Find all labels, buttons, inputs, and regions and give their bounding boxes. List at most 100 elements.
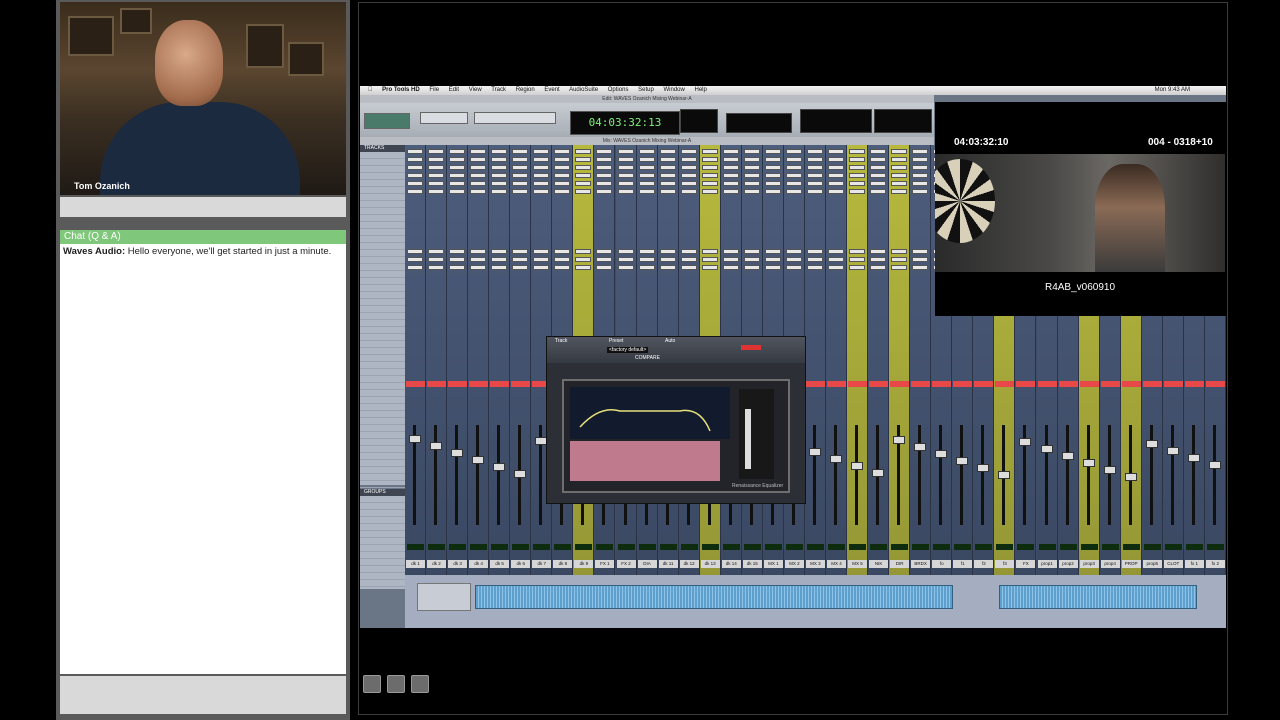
automation-mode[interactable] bbox=[995, 381, 1015, 387]
send-slot[interactable] bbox=[722, 265, 739, 270]
send-slot[interactable] bbox=[785, 249, 802, 254]
group-list-row[interactable] bbox=[360, 573, 405, 580]
fullscreen-button[interactable] bbox=[411, 675, 429, 693]
track-list-row[interactable] bbox=[360, 446, 405, 453]
insert-slot[interactable] bbox=[806, 189, 823, 194]
insert-slot[interactable] bbox=[449, 173, 466, 178]
track-list-row[interactable] bbox=[360, 411, 405, 418]
track-list-row[interactable] bbox=[360, 194, 405, 201]
insert-slot[interactable] bbox=[533, 189, 550, 194]
insert-slot[interactable] bbox=[491, 181, 508, 186]
group-list-row[interactable] bbox=[360, 552, 405, 559]
send-slot[interactable] bbox=[575, 265, 592, 270]
track-name[interactable]: dk 4 bbox=[469, 560, 489, 568]
insert-slot[interactable] bbox=[449, 149, 466, 154]
fader-cap[interactable] bbox=[851, 462, 864, 470]
insert-slot[interactable] bbox=[617, 165, 634, 170]
send-slot[interactable] bbox=[533, 265, 550, 270]
send-slot[interactable] bbox=[912, 249, 929, 254]
track-name[interactable]: fx 1 bbox=[1184, 560, 1204, 568]
send-slot[interactable] bbox=[659, 257, 676, 262]
send-slot[interactable] bbox=[680, 265, 697, 270]
automation-mode[interactable] bbox=[1205, 381, 1225, 387]
track-list-row[interactable] bbox=[360, 159, 405, 166]
send-slot[interactable] bbox=[428, 265, 445, 270]
track-list-row[interactable] bbox=[360, 243, 405, 250]
send-slot[interactable] bbox=[891, 265, 908, 270]
insert-slot[interactable] bbox=[806, 157, 823, 162]
fader-cap[interactable] bbox=[1166, 447, 1179, 455]
plugin-compare-button[interactable]: COMPARE bbox=[635, 355, 660, 361]
insert-slot[interactable] bbox=[743, 173, 760, 178]
menu-edit[interactable]: Edit bbox=[449, 87, 459, 93]
send-slot[interactable] bbox=[575, 249, 592, 254]
fader-cap[interactable] bbox=[872, 469, 885, 477]
insert-slot[interactable] bbox=[701, 149, 718, 154]
send-slot[interactable] bbox=[828, 257, 844, 262]
track-list-row[interactable] bbox=[360, 460, 405, 467]
insert-slot[interactable] bbox=[891, 165, 908, 170]
send-slot[interactable] bbox=[659, 249, 676, 254]
track-list-row[interactable] bbox=[360, 383, 405, 390]
send-slot[interactable] bbox=[828, 249, 844, 254]
fader-cap[interactable] bbox=[409, 435, 421, 443]
insert-slot[interactable] bbox=[806, 181, 823, 186]
send-slot[interactable] bbox=[491, 249, 508, 254]
insert-slot[interactable] bbox=[891, 157, 908, 162]
group-list-row[interactable] bbox=[360, 524, 405, 531]
insert-slot[interactable] bbox=[512, 189, 529, 194]
insert-slot[interactable] bbox=[491, 157, 508, 162]
track-name[interactable]: MX 4 bbox=[827, 560, 846, 568]
send-slot[interactable] bbox=[743, 265, 760, 270]
automation-mode[interactable] bbox=[1100, 381, 1120, 387]
track-name[interactable]: dk 1 bbox=[406, 560, 425, 568]
insert-slot[interactable] bbox=[764, 181, 781, 186]
track-list-row[interactable] bbox=[360, 334, 405, 341]
insert-slot[interactable] bbox=[891, 149, 908, 154]
plugin-preset-menu[interactable]: <factory default> bbox=[607, 347, 649, 353]
menu-file[interactable]: File bbox=[429, 87, 439, 93]
track-name[interactable]: BRDX bbox=[911, 560, 931, 568]
insert-slot[interactable] bbox=[680, 165, 697, 170]
send-slot[interactable] bbox=[870, 265, 887, 270]
track-list-row[interactable] bbox=[360, 376, 405, 383]
insert-slot[interactable] bbox=[743, 165, 760, 170]
insert-slot[interactable] bbox=[596, 157, 613, 162]
track-name[interactable]: dk 14 bbox=[721, 560, 741, 568]
track-name[interactable]: MX 2 bbox=[784, 560, 804, 568]
insert-slot[interactable] bbox=[722, 157, 739, 162]
insert-slot[interactable] bbox=[912, 189, 929, 194]
window-button[interactable] bbox=[387, 675, 405, 693]
send-slot[interactable] bbox=[491, 257, 508, 262]
group-list-row[interactable] bbox=[360, 559, 405, 566]
insert-slot[interactable] bbox=[849, 149, 866, 154]
send-slot[interactable] bbox=[659, 265, 676, 270]
insert-slot[interactable] bbox=[638, 149, 655, 154]
minimize-button[interactable] bbox=[363, 675, 381, 693]
send-slot[interactable] bbox=[512, 265, 529, 270]
track-name[interactable]: FX 1 bbox=[595, 560, 615, 568]
fader-cap[interactable] bbox=[493, 463, 506, 471]
insert-slot[interactable] bbox=[891, 173, 908, 178]
insert-slot[interactable] bbox=[407, 181, 423, 186]
send-slot[interactable] bbox=[806, 265, 823, 270]
track-list-row[interactable] bbox=[360, 257, 405, 264]
fader-cap[interactable] bbox=[472, 456, 485, 464]
menu-window[interactable]: Window bbox=[663, 87, 684, 93]
insert-slot[interactable] bbox=[470, 157, 487, 162]
insert-slot[interactable] bbox=[828, 173, 844, 178]
insert-slot[interactable] bbox=[554, 157, 571, 162]
menu-region[interactable]: Region bbox=[516, 87, 535, 93]
automation-mode[interactable] bbox=[911, 381, 931, 387]
fader-cap[interactable] bbox=[914, 443, 927, 451]
insert-slot[interactable] bbox=[407, 189, 423, 194]
audio-region[interactable] bbox=[475, 585, 953, 609]
track-name[interactable]: dk 3 bbox=[448, 560, 468, 568]
track-list-row[interactable] bbox=[360, 180, 405, 187]
insert-slot[interactable] bbox=[491, 165, 508, 170]
insert-slot[interactable] bbox=[743, 157, 760, 162]
send-slot[interactable] bbox=[470, 249, 487, 254]
track-list-row[interactable] bbox=[360, 166, 405, 173]
edit-mode-buttons[interactable] bbox=[420, 112, 468, 124]
send-slot[interactable] bbox=[638, 257, 655, 262]
